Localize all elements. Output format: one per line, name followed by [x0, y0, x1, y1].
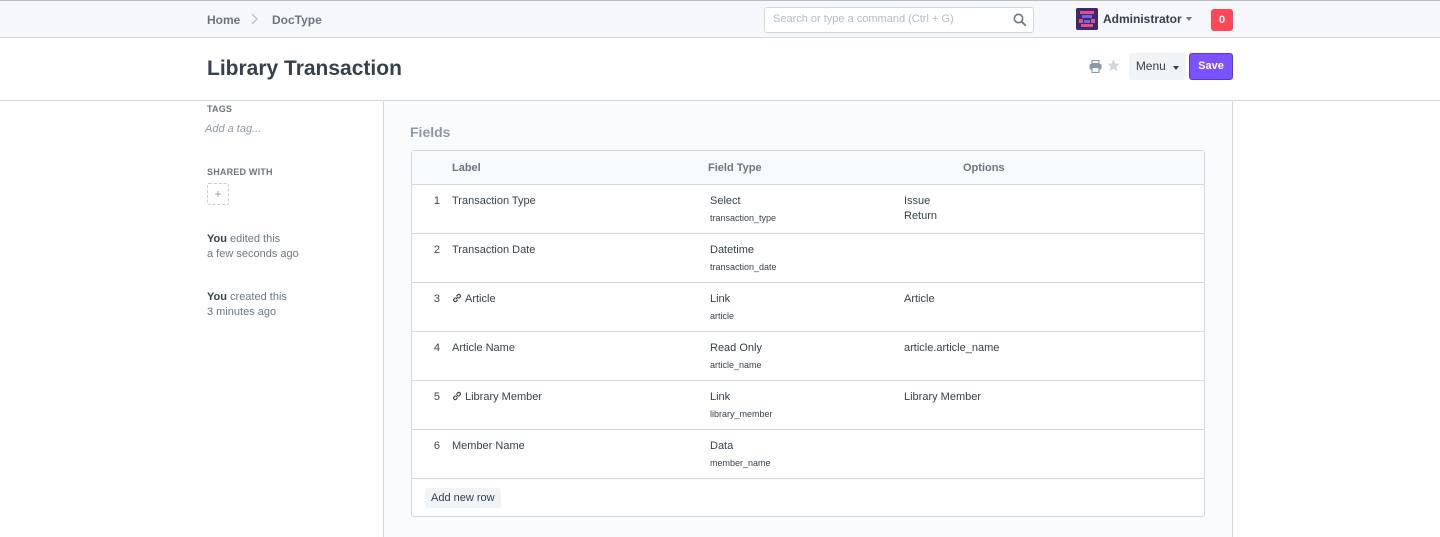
- option-value: Library Member: [904, 391, 982, 403]
- field-label[interactable]: Member Name: [452, 439, 525, 454]
- divider: [383, 101, 384, 537]
- row-index: 4: [433, 342, 440, 354]
- timeline-action: created this: [226, 291, 287, 303]
- add-new-row-button[interactable]: Add new row: [425, 488, 501, 508]
- menu-button[interactable]: Menu: [1129, 53, 1186, 80]
- link-icon: [453, 391, 461, 401]
- fieldname: article: [710, 311, 735, 321]
- timeline-when: 3 minutes ago: [207, 306, 277, 318]
- timeline-item: You created this 3 minutes ago: [207, 290, 287, 320]
- fieldname: article_name: [710, 360, 762, 370]
- field-label-text: Transaction Date: [452, 244, 536, 256]
- field-type[interactable]: Link library_member: [710, 390, 773, 422]
- row-index: 1: [433, 195, 440, 207]
- table-row[interactable]: 6 Member Name Data member_name: [412, 430, 1204, 479]
- breadcrumb-home[interactable]: Home: [207, 13, 240, 27]
- field-type-text: Link: [710, 293, 731, 305]
- page-head: Library Transaction Menu Save: [0, 38, 1440, 101]
- search-input[interactable]: [773, 13, 1009, 25]
- field-options[interactable]: Article: [904, 292, 935, 307]
- field-options[interactable]: article.article_name: [904, 341, 999, 356]
- row-index: 5: [433, 391, 440, 403]
- option-value: article.article_name: [904, 342, 1000, 354]
- header-field-type: Field Type: [708, 162, 762, 174]
- search-box[interactable]: [764, 7, 1034, 33]
- field-type[interactable]: Select transaction_type: [710, 194, 776, 226]
- caret-down-icon: [1173, 66, 1180, 70]
- chevron-right-icon: [251, 13, 259, 25]
- field-label-text: Library Member: [465, 391, 543, 403]
- navbar: Home DocType Administrator 0: [0, 0, 1440, 38]
- field-type[interactable]: Data member_name: [710, 439, 771, 471]
- user-dropdown[interactable]: Administrator: [1076, 8, 1192, 30]
- table-row[interactable]: 4 Article Name Read Only article_name articl…: [412, 332, 1204, 381]
- field-label[interactable]: Transaction Date: [452, 243, 535, 258]
- divider: [1232, 101, 1233, 537]
- field-label[interactable]: Library Member: [452, 390, 542, 405]
- field-label[interactable]: Transaction Type: [452, 194, 536, 209]
- timeline-when: a few seconds ago: [207, 248, 299, 260]
- timeline-who: You: [207, 291, 227, 303]
- header-options: Options: [963, 162, 1005, 174]
- option-value: Return: [904, 210, 938, 222]
- timeline-who: You: [207, 233, 227, 245]
- fieldname: transaction_date: [710, 262, 777, 272]
- field-type-text: Read Only: [710, 342, 762, 354]
- header-label: Label: [452, 162, 481, 174]
- print-icon[interactable]: [1089, 60, 1102, 73]
- field-type[interactable]: Link article: [710, 292, 734, 324]
- row-index: 6: [433, 440, 440, 452]
- field-label[interactable]: Article: [452, 292, 496, 307]
- fieldname: library_member: [710, 409, 773, 419]
- field-type[interactable]: Read Only article_name: [710, 341, 762, 373]
- table-row[interactable]: 2 Transaction Date Datetime transaction_dat…: [412, 234, 1204, 283]
- section-title: Fields: [410, 124, 451, 140]
- link-icon: [453, 293, 461, 303]
- caret-down-icon: [1185, 17, 1192, 21]
- user-name[interactable]: Administrator: [1103, 12, 1182, 26]
- search-icon[interactable]: [1013, 13, 1027, 27]
- option-value: Article: [904, 293, 935, 305]
- field-label-text: Article Name: [452, 342, 515, 354]
- field-type-text: Select: [710, 195, 741, 207]
- tags-label: TAGS: [207, 104, 233, 114]
- row-index: 3: [433, 293, 440, 305]
- timeline-item: You edited this a few seconds ago: [207, 232, 299, 262]
- table-row[interactable]: 1 Transaction Type Select transaction_type I…: [412, 185, 1204, 234]
- row-index: 2: [433, 244, 440, 256]
- field-options[interactable]: Issue Return: [904, 194, 937, 224]
- avatar: [1076, 8, 1098, 30]
- field-options[interactable]: Library Member: [904, 390, 981, 405]
- star-icon[interactable]: [1107, 59, 1120, 72]
- notification-badge[interactable]: 0: [1211, 9, 1233, 31]
- share-add-button[interactable]: +: [207, 183, 229, 205]
- avatar-identicon-icon: [1076, 8, 1098, 30]
- field-type[interactable]: Datetime transaction_date: [710, 243, 777, 275]
- grid-header: Label Field Type Options: [412, 151, 1204, 185]
- field-type-text: Data: [710, 440, 734, 452]
- field-label-text: Article: [465, 293, 496, 305]
- page-title: Library Transaction: [207, 57, 402, 80]
- menu-button-label: Menu: [1135, 59, 1166, 73]
- add-tag-link[interactable]: Add a tag...: [205, 123, 261, 135]
- field-type-text: Datetime: [710, 244, 755, 256]
- field-label-text: Transaction Type: [452, 195, 536, 207]
- shared-with-label: SHARED WITH: [207, 167, 273, 177]
- save-button[interactable]: Save: [1189, 53, 1233, 80]
- fields-grid: Label Field Type Options 1 Transaction Ty…: [411, 150, 1205, 517]
- field-label-text: Member Name: [452, 440, 525, 452]
- option-value: Issue: [904, 195, 931, 207]
- breadcrumb-doctype[interactable]: DocType: [272, 13, 322, 27]
- field-type-text: Link: [710, 391, 731, 403]
- table-row[interactable]: 3 Article Link article Article: [412, 283, 1204, 332]
- fieldname: member_name: [710, 458, 771, 468]
- field-label[interactable]: Article Name: [452, 341, 515, 356]
- table-row[interactable]: 5 Library Member Link library_member Library…: [412, 381, 1204, 430]
- timeline-action: edited this: [226, 233, 281, 245]
- fieldname: transaction_type: [710, 213, 777, 223]
